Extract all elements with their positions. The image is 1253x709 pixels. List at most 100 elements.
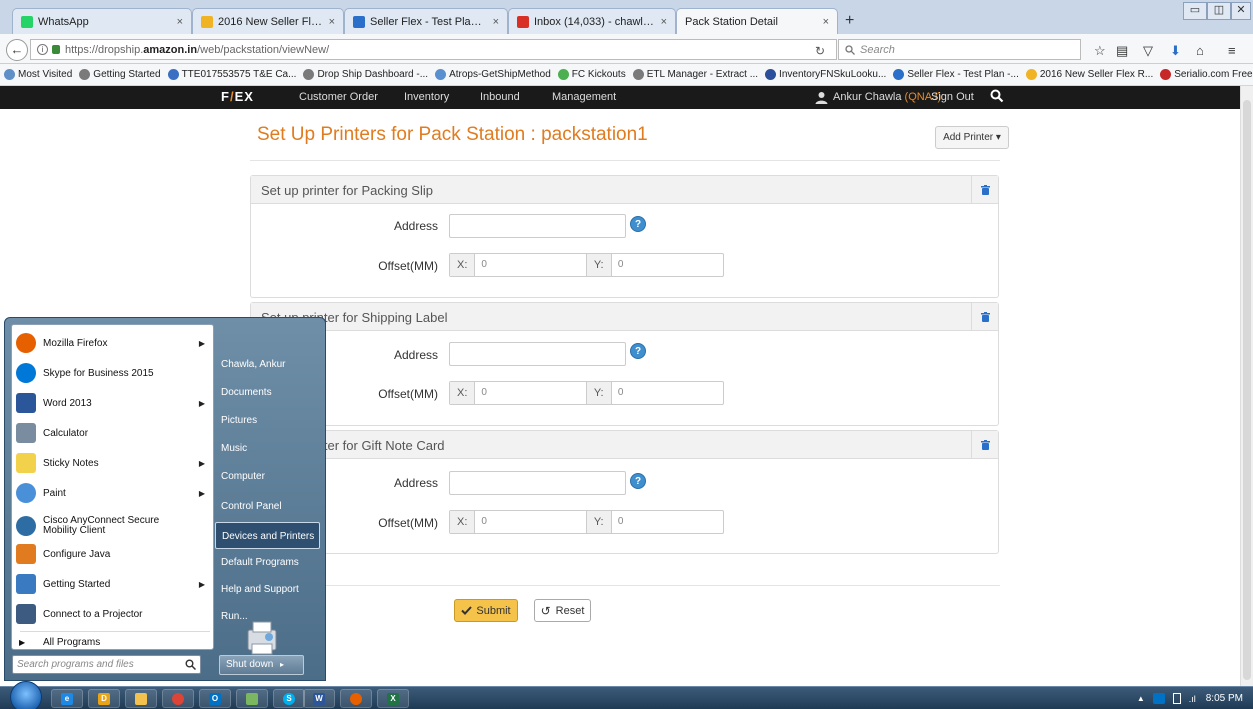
start-item-word[interactable]: Word 2013 ▶ — [16, 389, 211, 417]
nav-inbound[interactable]: Inbound — [480, 91, 520, 103]
bookmark-item[interactable]: InventoryFNSkuLooku... — [765, 69, 886, 80]
shutdown-button[interactable]: Shut down ▸ — [219, 655, 304, 675]
bookmark-item[interactable]: Most Visited — [4, 69, 72, 80]
clock[interactable]: 8:05 PM — [1206, 693, 1243, 704]
start-right-music[interactable]: Music — [215, 435, 320, 462]
delete-printer-button[interactable] — [971, 431, 998, 458]
start-right-run[interactable]: Run... — [215, 603, 320, 630]
reset-button[interactable]: ↺ Reset — [534, 599, 591, 622]
start-right-default-programs[interactable]: Default Programs — [215, 549, 320, 576]
tab-pack-station-detail[interactable]: Pack Station Detail × — [676, 8, 838, 34]
start-item-all-programs[interactable]: ▶ All Programs — [16, 628, 211, 656]
start-button[interactable] — [10, 681, 42, 709]
start-right-pictures[interactable]: Pictures — [215, 407, 320, 434]
url-bar[interactable]: i https://dropship. amazon.in/web/packsta… — [30, 39, 837, 60]
offset-x-input[interactable]: 0 — [475, 511, 587, 533]
taskbar-explorer[interactable] — [125, 689, 157, 708]
start-item-cisco-anyconnect[interactable]: Cisco AnyConnect Secure Mobility Client — [16, 511, 211, 541]
taskbar-excel[interactable]: X — [377, 689, 409, 708]
submit-button[interactable]: Submit — [454, 599, 518, 622]
start-right-control-panel[interactable]: Control Panel — [215, 493, 320, 520]
help-icon[interactable]: ? — [630, 473, 646, 489]
delete-printer-button[interactable] — [971, 303, 998, 330]
taskbar-outlook[interactable]: D — [88, 689, 120, 708]
tab-seller-flex-request[interactable]: 2016 New Seller Flex Reque... × — [192, 8, 344, 34]
start-item-getting-started[interactable]: Getting Started ▶ — [16, 570, 211, 598]
search-input[interactable]: Search — [838, 39, 1081, 60]
tray-expand-icon[interactable]: ▲ — [1137, 694, 1145, 703]
signal-icon[interactable]: .ıl — [1189, 694, 1196, 704]
start-right-computer[interactable]: Computer — [215, 463, 320, 490]
start-right-help-support[interactable]: Help and Support — [215, 576, 320, 603]
offset-y-input[interactable]: 0 — [612, 382, 723, 404]
nav-customer-order[interactable]: Customer Order — [299, 91, 378, 103]
close-icon[interactable]: × — [661, 16, 667, 28]
start-item-calculator[interactable]: Calculator — [16, 419, 211, 447]
address-input[interactable] — [449, 342, 626, 366]
bookmark-item[interactable]: 2016 New Seller Flex R... — [1025, 69, 1153, 80]
help-icon[interactable]: ? — [630, 343, 646, 359]
offset-x-input[interactable]: 0 — [475, 254, 587, 276]
info-icon[interactable]: i — [37, 44, 48, 55]
tab-test-plan[interactable]: Seller Flex - Test Plan - Am... × — [344, 8, 508, 34]
start-item-skype[interactable]: Skype for Business 2015 — [16, 359, 211, 387]
start-item-firefox[interactable]: Mozilla Firefox ▶ — [16, 329, 211, 357]
scrollbar-thumb[interactable] — [1243, 100, 1251, 680]
start-item-connect-projector[interactable]: Connect to a Projector — [16, 600, 211, 628]
maximize-button[interactable]: ◫ — [1207, 2, 1231, 20]
sign-out-link[interactable]: Sign Out — [931, 91, 974, 103]
bookmark-item[interactable]: Drop Ship Dashboard -... — [303, 69, 428, 80]
close-window-button[interactable]: ✕ — [1231, 2, 1251, 20]
bookmark-item[interactable]: FC Kickouts — [557, 69, 626, 80]
bookmark-item[interactable]: Atrops-GetShipMethod — [435, 69, 551, 80]
address-input[interactable] — [449, 214, 626, 238]
help-icon[interactable]: ? — [630, 216, 646, 232]
page-scrollbar[interactable] — [1240, 86, 1253, 686]
bookmark-item[interactable]: ETL Manager - Extract ... — [632, 69, 758, 80]
tab-whatsapp[interactable]: WhatsApp × — [12, 8, 192, 34]
nav-inventory[interactable]: Inventory — [404, 91, 449, 103]
taskbar-firefox[interactable] — [340, 689, 372, 708]
bookmark-item[interactable]: Serialio.com Free Barc... — [1160, 69, 1253, 80]
offset-y-input[interactable]: 0 — [612, 511, 723, 533]
start-right-user[interactable]: Chawla, Ankur — [215, 351, 320, 378]
menu-icon[interactable]: ≡ — [1228, 43, 1236, 58]
taskbar-chrome[interactable] — [162, 689, 194, 708]
reload-icon[interactable]: ↻ — [815, 44, 825, 58]
start-right-documents[interactable]: Documents — [215, 379, 320, 406]
bookmark-item[interactable]: Seller Flex - Test Plan -... — [893, 69, 1019, 80]
download-icon[interactable]: ⬇ — [1170, 43, 1181, 59]
delete-printer-button[interactable] — [971, 176, 998, 203]
start-item-sticky-notes[interactable]: Sticky Notes ▶ — [16, 449, 211, 477]
minimize-button[interactable]: ▭ — [1183, 2, 1207, 20]
taskbar-ie[interactable]: e — [51, 689, 83, 708]
home-icon[interactable]: ⌂ — [1196, 43, 1204, 58]
bookmark-item[interactable]: TTE017553575 T&E Ca... — [167, 69, 296, 80]
add-printer-dropdown[interactable]: Add Printer ▾ — [935, 126, 1009, 149]
taskbar-skype[interactable]: S — [273, 689, 305, 708]
flex-logo[interactable]: F/EX — [221, 89, 254, 104]
close-icon[interactable]: × — [177, 16, 183, 28]
device-tray-icon[interactable] — [1172, 693, 1181, 704]
nav-management[interactable]: Management — [552, 91, 616, 103]
taskbar-word[interactable]: W — [303, 689, 335, 708]
bookmark-item[interactable]: Getting Started — [79, 69, 161, 80]
close-icon[interactable]: × — [329, 16, 335, 28]
close-icon[interactable]: × — [493, 16, 499, 28]
outlook-tray-icon[interactable] — [1152, 693, 1165, 704]
offset-y-input[interactable]: 0 — [612, 254, 723, 276]
taskbar-outlook-2[interactable]: O — [199, 689, 231, 708]
new-tab-button[interactable]: + — [845, 12, 854, 30]
reading-list-icon[interactable]: ▤ — [1116, 43, 1128, 59]
start-item-paint[interactable]: Paint ▶ — [16, 479, 211, 507]
offset-x-input[interactable]: 0 — [475, 382, 587, 404]
tab-inbox[interactable]: Inbox (14,033) - chawlaank... × — [508, 8, 676, 34]
star-icon[interactable]: ☆ — [1094, 43, 1106, 59]
address-input[interactable] — [449, 471, 626, 495]
pocket-icon[interactable]: ▽ — [1143, 43, 1153, 59]
start-search-input[interactable]: Search programs and files — [12, 655, 201, 674]
close-icon[interactable]: × — [823, 16, 829, 28]
taskbar-app[interactable] — [236, 689, 268, 708]
search-icon[interactable] — [990, 89, 1004, 103]
back-button[interactable]: ← — [6, 39, 28, 61]
